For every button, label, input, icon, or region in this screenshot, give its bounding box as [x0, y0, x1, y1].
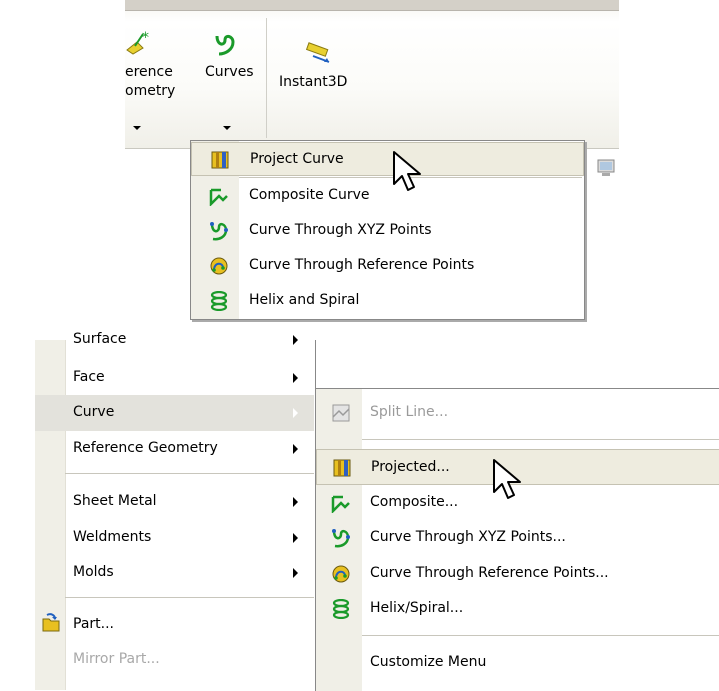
menu-item-label: Weldments [73, 529, 152, 545]
instant3d-button[interactable]: Instant3D [275, 28, 365, 108]
submenu-item-curve-reference-points[interactable]: Curve Through Reference Points... [316, 556, 719, 592]
part-icon [42, 613, 60, 632]
menu-item-label: Mirror Part... [73, 651, 160, 667]
menu-separator [65, 473, 314, 474]
curves-label: Curves [205, 64, 254, 80]
submenu-item-label: Composite... [370, 494, 459, 510]
flyout-item-helix-spiral[interactable]: Helix and Spiral [191, 284, 584, 318]
menu-item-label: Sheet Metal [73, 493, 157, 509]
toolbar-separator [266, 18, 267, 138]
reference-geometry-label-line1: erence [125, 64, 173, 80]
submenu-item-curve-xyz[interactable]: Curve Through XYZ Points... [316, 520, 719, 556]
project-curve-icon [333, 459, 351, 477]
curve-xyz-icon [210, 222, 228, 241]
submenu-separator [362, 439, 719, 440]
menu-item-mirror-part[interactable]: Mirror Part... [35, 642, 314, 678]
flyout-item-label: Curve Through XYZ Points [249, 222, 432, 238]
submenu-arrow-icon [293, 533, 298, 543]
submenu-item-label: Projected... [371, 459, 450, 475]
menu-item-sheet-metal[interactable]: Sheet Metal [35, 484, 314, 520]
menu-item-label: Curve [73, 404, 115, 420]
command-manager-toolbar: * erence ometry Curves Instant3D [125, 0, 619, 149]
submenu-item-label: Customize Menu [370, 654, 487, 670]
svg-text:*: * [142, 30, 149, 46]
flyout-item-project-curve[interactable]: Project Curve [191, 142, 584, 176]
curve-reference-points-icon [332, 565, 350, 583]
toolbar-top-border [125, 0, 619, 11]
curve-submenu: Split Line... Projected... Composite... … [315, 388, 719, 691]
composite-curve-icon [331, 495, 350, 513]
composite-curve-icon [209, 188, 228, 206]
curve-xyz-icon [332, 529, 350, 548]
submenu-separator [362, 635, 719, 636]
submenu-arrow-icon [293, 568, 298, 578]
submenu-arrow-icon [293, 497, 298, 507]
flyout-item-curve-reference-points[interactable]: Curve Through Reference Points [191, 249, 584, 283]
submenu-arrow-icon [293, 408, 298, 418]
menu-item-label: Part... [73, 616, 114, 632]
flyout-item-label: Helix and Spiral [249, 292, 360, 308]
menu-item-label: Reference Geometry [73, 440, 218, 456]
mouse-cursor-icon [493, 459, 521, 499]
menu-item-surface[interactable]: Surface [35, 322, 314, 358]
submenu-item-helix-spiral[interactable]: Helix/Spiral... [316, 591, 719, 627]
flyout-item-label: Composite Curve [249, 187, 370, 203]
submenu-item-label: Curve Through XYZ Points... [370, 529, 566, 545]
instant3d-label: Instant3D [279, 74, 348, 90]
submenu-item-label: Helix/Spiral... [370, 600, 464, 616]
reference-geometry-dropdown-arrow[interactable] [133, 126, 141, 130]
reference-geometry-label-line2: ometry [125, 83, 176, 99]
submenu-item-customize-menu[interactable]: Customize Menu [316, 645, 719, 681]
reference-geometry-button[interactable]: * erence ometry [125, 28, 185, 130]
submenu-arrow-icon [293, 335, 298, 345]
menu-item-label: Face [73, 369, 105, 385]
curve-reference-points-icon [210, 257, 228, 275]
submenu-arrow-icon [293, 444, 298, 454]
menu-item-part[interactable]: Part... [35, 607, 314, 643]
curves-flyout-menu: Project Curve Composite Curve Curve Thro… [190, 140, 585, 320]
menu-item-molds[interactable]: Molds [35, 555, 314, 591]
curves-button[interactable]: Curves [199, 28, 261, 130]
submenu-item-label: Curve Through Reference Points... [370, 565, 609, 581]
menu-item-reference-geometry[interactable]: Reference Geometry [35, 431, 314, 467]
menu-separator [65, 597, 314, 598]
menu-item-face[interactable]: Face [35, 360, 314, 396]
menu-item-curve[interactable]: Curve [35, 395, 314, 431]
mouse-cursor-icon [393, 151, 421, 191]
instant3d-icon [305, 42, 330, 63]
submenu-arrow-icon [293, 373, 298, 383]
insert-menu: Surface Face Curve Reference Geometry Sh… [35, 331, 316, 690]
split-line-icon [332, 404, 350, 422]
submenu-item-split-line[interactable]: Split Line... [316, 395, 719, 431]
reference-geometry-icon: * [126, 30, 149, 55]
helix-icon [210, 291, 228, 311]
menu-item-label: Molds [73, 564, 114, 580]
menu-item-label: Surface [73, 331, 127, 347]
menu-item-weldments[interactable]: Weldments [35, 520, 314, 556]
curves-icon [215, 34, 235, 56]
toolbar-overflow-icon[interactable] [596, 156, 616, 178]
flyout-item-label: Curve Through Reference Points [249, 257, 475, 273]
flyout-item-label: Project Curve [250, 151, 344, 167]
flyout-item-composite-curve[interactable]: Composite Curve [191, 179, 584, 213]
submenu-item-label: Split Line... [370, 404, 449, 420]
flyout-item-curve-xyz[interactable]: Curve Through XYZ Points [191, 214, 584, 248]
helix-icon [332, 599, 350, 619]
project-curve-icon [211, 151, 229, 169]
curves-dropdown-arrow[interactable] [223, 126, 231, 130]
